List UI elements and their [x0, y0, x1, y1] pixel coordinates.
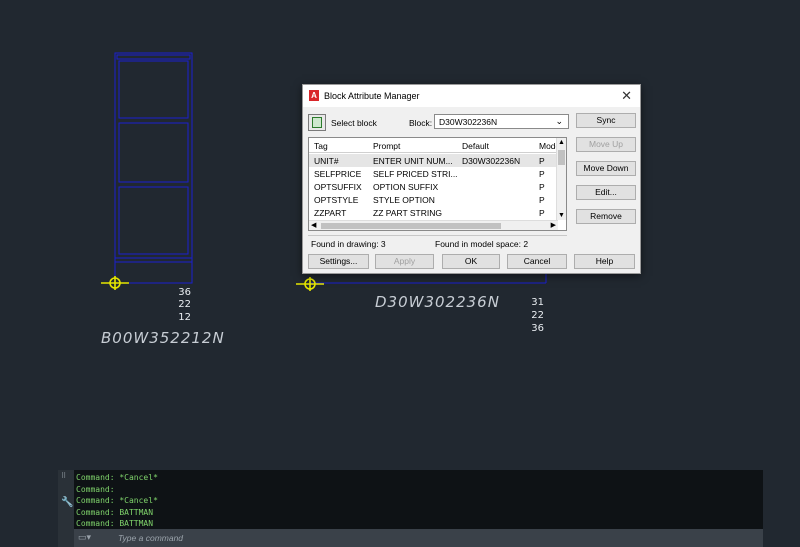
command-window: ⠿ 🔧 Command: *Cancel* Command: Command: …	[58, 470, 763, 547]
command-history-line: Command:	[76, 484, 115, 494]
command-history-line: Command: BATTMAN	[76, 507, 154, 517]
found-status-bar: Found in drawing: 3 Found in model space…	[308, 235, 567, 249]
command-input-placeholder: Type a command	[118, 533, 184, 543]
row-prompt: SELF PRICED STRI...	[373, 169, 458, 179]
table-row[interactable]: OPTSUFFIX OPTION SUFFIX P	[309, 180, 558, 193]
found-in-model-space: Found in model space: 2	[435, 239, 529, 249]
found-in-drawing: Found in drawing: 3	[311, 239, 386, 249]
row-mode: P	[539, 195, 545, 205]
close-icon[interactable]: ✕	[621, 88, 632, 104]
table-row[interactable]: UNIT# ENTER UNIT NUM... D30W302236N P	[309, 154, 558, 167]
command-input[interactable]: ▭▾ Type a command	[74, 529, 763, 547]
left-cabinet-block	[114, 52, 193, 284]
block-attribute-manager-dialog: A Block Attribute Manager ✕ Select block…	[302, 84, 641, 274]
apply-button[interactable]: Apply	[375, 254, 434, 269]
command-window-handle[interactable]: ⠿ 🔧	[58, 470, 74, 547]
vertical-scroll-thumb[interactable]	[558, 150, 565, 165]
left-insertion-marker	[101, 276, 129, 290]
attribute-table[interactable]: Tag Prompt Default Mode UNIT# ENTER UNIT…	[308, 137, 567, 231]
edit-button[interactable]: Edit...	[576, 185, 636, 200]
block-dropdown[interactable]: D30W302236N ⌄	[434, 114, 569, 129]
select-block-icon	[312, 117, 322, 128]
column-header-prompt[interactable]: Prompt	[373, 141, 400, 151]
right-dim-1: 31	[531, 297, 544, 308]
row-tag: UNIT#	[314, 156, 339, 166]
table-row[interactable]: OPTSTYLE STYLE OPTION P	[309, 193, 558, 206]
row-tag: SELFPRICE	[314, 169, 362, 179]
row-mode: P	[539, 169, 545, 179]
horizontal-scroll-thumb[interactable]	[321, 223, 501, 229]
move-up-button[interactable]: Move Up	[576, 137, 636, 152]
column-header-default[interactable]: Default	[462, 141, 489, 151]
right-dim-2: 22	[531, 310, 544, 321]
row-prompt: STYLE OPTION	[373, 195, 435, 205]
row-mode: P	[539, 182, 545, 192]
right-block-name: D30W302236N	[375, 293, 500, 311]
column-header-tag[interactable]: Tag	[314, 141, 328, 151]
row-prompt: OPTION SUFFIX	[373, 182, 439, 192]
block-dropdown-value: D30W302236N	[439, 117, 498, 127]
row-mode: P	[539, 156, 545, 166]
wrench-icon[interactable]: 🔧	[61, 497, 73, 508]
remove-button[interactable]: Remove	[576, 209, 636, 224]
dialog-title-bar[interactable]: A Block Attribute Manager ✕	[303, 85, 640, 107]
row-default: D30W302236N	[462, 156, 521, 166]
table-header: Tag Prompt Default Mode	[309, 138, 560, 153]
chevron-down-icon: ⌄	[555, 116, 563, 126]
row-tag: OPTSTYLE	[314, 195, 359, 205]
table-row[interactable]: SELFPRICE SELF PRICED STRI... P	[309, 167, 558, 180]
command-history-line: Command: BATTMAN	[76, 519, 154, 528]
row-mode: P	[539, 208, 545, 218]
left-dim-1: 36	[178, 287, 191, 298]
move-down-button[interactable]: Move Down	[576, 161, 636, 176]
block-label: Block:	[409, 118, 433, 128]
row-prompt: ENTER UNIT NUM...	[373, 156, 453, 166]
help-button[interactable]: Help	[574, 254, 635, 269]
command-history: Command: *Cancel* Command: Command: *Can…	[76, 472, 158, 530]
scroll-left-icon[interactable]: ◀	[311, 221, 316, 229]
scroll-down-icon[interactable]: ▼	[558, 212, 565, 219]
row-prompt: ZZ PART STRING	[373, 208, 442, 218]
dialog-title: Block Attribute Manager	[324, 91, 420, 101]
ok-button[interactable]: OK	[442, 254, 500, 269]
command-history-line: Command: *Cancel*	[76, 473, 158, 482]
table-row[interactable]: ZZPART ZZ PART STRING P	[309, 206, 558, 219]
sync-button[interactable]: Sync	[576, 113, 636, 128]
vertical-scrollbar[interactable]: ▲ ▼	[556, 138, 566, 220]
command-history-line: Command: *Cancel*	[76, 496, 158, 505]
left-block-name: B00W352212N	[101, 329, 225, 347]
select-block-label: Select block	[331, 118, 377, 128]
grip-icon[interactable]: ⠿	[61, 472, 66, 480]
row-tag: OPTSUFFIX	[314, 182, 362, 192]
left-dim-2: 22	[178, 299, 191, 310]
command-prompt-icon[interactable]: ▭▾	[78, 532, 91, 543]
left-dim-3: 12	[178, 312, 191, 323]
row-tag: ZZPART	[314, 208, 347, 218]
scroll-up-icon[interactable]: ▲	[558, 139, 565, 146]
scroll-right-icon[interactable]: ▶	[551, 221, 556, 229]
select-block-button[interactable]	[308, 114, 326, 131]
settings-button[interactable]: Settings...	[308, 254, 369, 269]
autocad-app-icon: A	[309, 90, 319, 101]
cancel-button[interactable]: Cancel	[507, 254, 567, 269]
horizontal-scrollbar[interactable]: ◀ ▶	[309, 220, 558, 230]
right-dim-3: 36	[531, 323, 544, 334]
right-insertion-marker	[296, 277, 324, 291]
